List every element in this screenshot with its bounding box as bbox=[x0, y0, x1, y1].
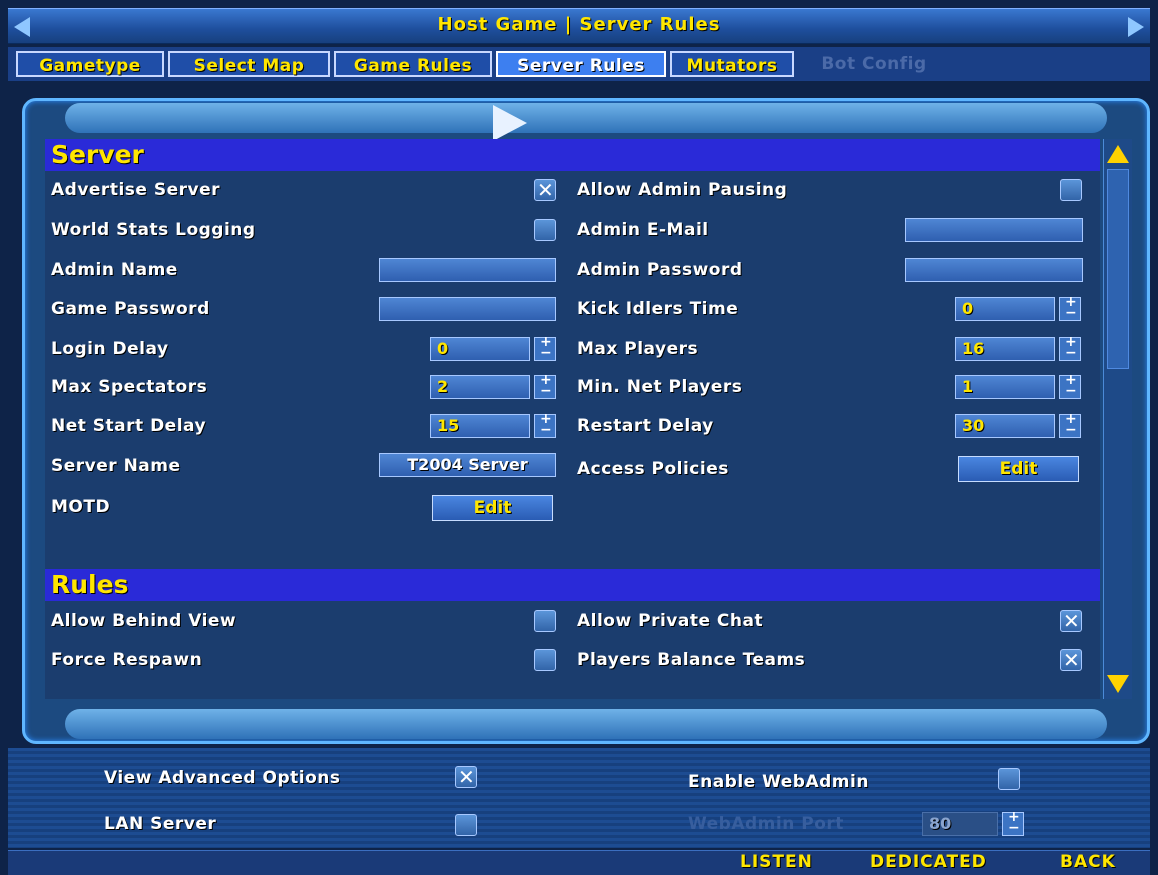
section-heading-server: Server bbox=[45, 139, 1100, 171]
settings-frame: Server Advertise Server Allow Admin Paus… bbox=[22, 98, 1150, 744]
access-policies-edit-button[interactable]: Edit bbox=[958, 456, 1079, 482]
window-title: Host Game | Server Rules bbox=[437, 14, 721, 35]
login-delay-label: Login Delay bbox=[51, 339, 169, 359]
access-policies-label: Access Policies bbox=[577, 459, 729, 479]
tab-game-rules[interactable]: Game Rules bbox=[334, 51, 492, 77]
title-bar: Host Game | Server Rules bbox=[8, 8, 1150, 44]
scroll-thumb[interactable] bbox=[1107, 169, 1129, 369]
tab-bar: Gametype Select Map Game Rules Server Ru… bbox=[8, 47, 1150, 81]
footer-bar: LISTEN DEDICATED BACK bbox=[8, 850, 1150, 875]
motd-edit-button[interactable]: Edit bbox=[432, 495, 553, 521]
motd-label: MOTD bbox=[51, 497, 111, 517]
bottom-options: View Advanced Options Enable WebAdmin LA… bbox=[8, 748, 1150, 848]
min-net-players-label: Min. Net Players bbox=[577, 377, 743, 397]
kick-idlers-time-field[interactable]: 0 bbox=[955, 297, 1055, 321]
server-name-label: Server Name bbox=[51, 456, 181, 476]
back-button[interactable]: BACK bbox=[1060, 852, 1116, 872]
webadmin-port-spinner bbox=[1002, 809, 1024, 836]
lan-server-checkbox[interactable] bbox=[455, 814, 477, 836]
scroll-down-icon[interactable] bbox=[1107, 675, 1129, 693]
dedicated-button[interactable]: DEDICATED bbox=[870, 852, 987, 872]
max-spectators-field[interactable]: 2 bbox=[430, 375, 530, 399]
allow-private-chat-label: Allow Private Chat bbox=[577, 611, 764, 631]
lan-server-label: LAN Server bbox=[104, 814, 217, 834]
advertise-server-checkbox[interactable] bbox=[534, 178, 556, 202]
min-net-players-spinner[interactable] bbox=[1059, 372, 1081, 399]
kick-idlers-time-spinner[interactable] bbox=[1059, 294, 1081, 321]
section-heading-rules: Rules bbox=[45, 569, 1100, 601]
login-delay-field[interactable]: 0 bbox=[430, 337, 530, 361]
admin-email-label: Admin E-Mail bbox=[577, 220, 709, 240]
webadmin-port-field: 80 bbox=[922, 812, 998, 836]
admin-password-label: Admin Password bbox=[577, 260, 743, 280]
scroll-up-icon[interactable] bbox=[1107, 145, 1129, 163]
admin-email-field[interactable] bbox=[905, 218, 1083, 242]
settings-list: Server Advertise Server Allow Admin Paus… bbox=[45, 139, 1100, 699]
tab-mutators[interactable]: Mutators bbox=[670, 51, 794, 77]
listen-button[interactable]: LISTEN bbox=[740, 852, 813, 872]
tab-bot-config: Bot Config bbox=[800, 51, 948, 77]
webadmin-port-label: WebAdmin Port bbox=[688, 814, 844, 834]
players-balance-teams-label: Players Balance Teams bbox=[577, 650, 806, 670]
max-players-field[interactable]: 16 bbox=[955, 337, 1055, 361]
max-players-spinner[interactable] bbox=[1059, 334, 1081, 361]
net-start-delay-spinner[interactable] bbox=[534, 411, 556, 438]
restart-delay-label: Restart Delay bbox=[577, 416, 714, 436]
kick-idlers-time-label: Kick Idlers Time bbox=[577, 299, 739, 319]
force-respawn-checkbox[interactable] bbox=[534, 649, 556, 671]
frame-bottom-bar bbox=[65, 709, 1107, 739]
allow-behind-view-checkbox[interactable] bbox=[534, 610, 556, 632]
max-spectators-spinner[interactable] bbox=[534, 372, 556, 399]
tab-gametype[interactable]: Gametype bbox=[16, 51, 164, 77]
game-password-field[interactable] bbox=[379, 297, 556, 321]
enable-webadmin-label: Enable WebAdmin bbox=[688, 772, 869, 792]
net-start-delay-field[interactable]: 15 bbox=[430, 414, 530, 438]
net-start-delay-label: Net Start Delay bbox=[51, 416, 207, 436]
tab-select-map[interactable]: Select Map bbox=[168, 51, 330, 77]
allow-admin-pausing-checkbox[interactable] bbox=[1060, 179, 1082, 201]
admin-password-field[interactable] bbox=[905, 258, 1083, 282]
admin-name-label: Admin Name bbox=[51, 260, 178, 280]
frame-top-bar bbox=[65, 103, 1107, 133]
allow-admin-pausing-label: Allow Admin Pausing bbox=[577, 180, 788, 200]
tab-server-rules[interactable]: Server Rules bbox=[496, 51, 666, 77]
pointer-arrow-icon bbox=[493, 105, 527, 141]
restart-delay-field[interactable]: 30 bbox=[955, 414, 1055, 438]
view-advanced-options-label: View Advanced Options bbox=[104, 768, 341, 788]
game-password-label: Game Password bbox=[51, 299, 210, 319]
login-delay-spinner[interactable] bbox=[534, 334, 556, 361]
min-net-players-field[interactable]: 1 bbox=[955, 375, 1055, 399]
restart-delay-spinner[interactable] bbox=[1059, 411, 1081, 438]
max-players-label: Max Players bbox=[577, 339, 699, 359]
allow-private-chat-checkbox[interactable] bbox=[1060, 609, 1082, 633]
server-name-field[interactable]: T2004 Server bbox=[379, 453, 556, 477]
arrow-right-icon bbox=[1128, 17, 1144, 37]
view-advanced-options-checkbox[interactable] bbox=[455, 765, 477, 789]
allow-behind-view-label: Allow Behind View bbox=[51, 611, 237, 631]
force-respawn-label: Force Respawn bbox=[51, 650, 203, 670]
admin-name-field[interactable] bbox=[379, 258, 556, 282]
world-stats-logging-label: World Stats Logging bbox=[51, 220, 256, 240]
advertise-server-label: Advertise Server bbox=[51, 180, 220, 200]
max-spectators-label: Max Spectators bbox=[51, 377, 208, 397]
enable-webadmin-checkbox[interactable] bbox=[998, 768, 1020, 790]
world-stats-logging-checkbox[interactable] bbox=[534, 219, 556, 241]
players-balance-teams-checkbox[interactable] bbox=[1060, 648, 1082, 672]
scrollbar[interactable] bbox=[1103, 139, 1132, 699]
